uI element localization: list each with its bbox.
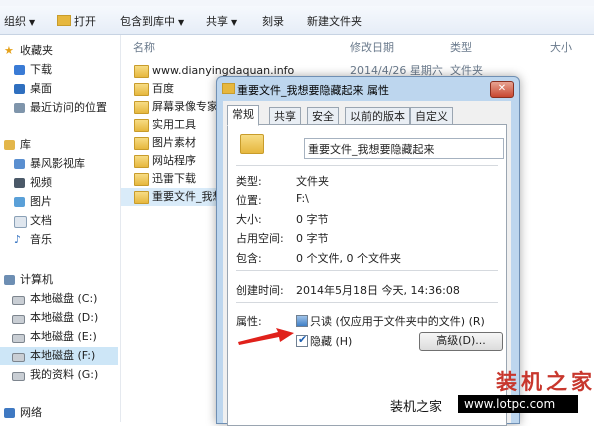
- nav-pictures[interactable]: 图片: [0, 193, 118, 211]
- column-size[interactable]: 大小: [550, 39, 572, 55]
- folder-icon: [134, 83, 149, 96]
- file-row-selected[interactable]: 重要文件_我想: [121, 188, 224, 206]
- drive-icon: [12, 315, 25, 324]
- type-value: 文件夹: [296, 175, 329, 188]
- drive-icon: [12, 372, 25, 381]
- hidden-label: 隐藏 (H): [310, 335, 353, 348]
- nav-disk-d[interactable]: 本地磁盘 (D:): [0, 309, 118, 327]
- readonly-label: 只读 (仅应用于文件夹中的文件) (R): [310, 315, 485, 328]
- divider: [236, 270, 498, 271]
- drive-icon: [12, 353, 25, 362]
- file-row[interactable]: 图片素材: [121, 134, 221, 152]
- drive-icon: [12, 334, 25, 343]
- download-icon: [14, 65, 25, 75]
- nav-baofeng[interactable]: 暴风影视库: [0, 155, 118, 173]
- size-value: 0 字节: [296, 213, 329, 226]
- network-icon: [4, 408, 15, 418]
- arrow-annotation-icon: [238, 328, 294, 345]
- nav-disk-f[interactable]: 本地磁盘 (F:): [0, 347, 118, 365]
- folder-icon: [222, 83, 235, 94]
- nav-disk-c[interactable]: 本地磁盘 (C:): [0, 290, 118, 308]
- nav-disk-e[interactable]: 本地磁盘 (E:): [0, 328, 118, 346]
- recent-places-icon: [14, 103, 25, 113]
- large-folder-icon: [240, 134, 264, 154]
- watermark-logo: 装机之家: [496, 370, 594, 394]
- file-row[interactable]: 屏幕录像专家: [121, 98, 221, 116]
- folder-name-input[interactable]: 重要文件_我想要隐藏起来: [304, 138, 504, 159]
- computer-icon: [4, 275, 15, 285]
- include-library-button[interactable]: 包含到库中 ▼: [120, 13, 184, 29]
- folder-icon: [134, 119, 149, 132]
- folder-icon: [134, 173, 149, 186]
- burn-button[interactable]: 刻录: [262, 13, 284, 29]
- location-value: F:\: [296, 192, 309, 205]
- folder-icon: [134, 191, 149, 204]
- nav-downloads[interactable]: 下载: [0, 61, 118, 79]
- library-icon: [4, 140, 15, 150]
- file-row[interactable]: 百度: [121, 80, 221, 98]
- command-toolbar: 组织 ▼ 打开 包含到库中 ▼ 共享 ▼ 刻录 新建文件夹: [0, 6, 594, 35]
- nav-videos[interactable]: 视频: [0, 174, 118, 192]
- nav-recent[interactable]: 最近访问的位置: [0, 99, 118, 117]
- folder-icon: [134, 155, 149, 168]
- column-name[interactable]: 名称: [133, 39, 155, 55]
- divider: [236, 302, 498, 303]
- open-folder-icon: [57, 15, 71, 26]
- tab-general[interactable]: 常规: [227, 105, 259, 126]
- star-icon: ★: [4, 44, 14, 57]
- share-button[interactable]: 共享 ▼: [206, 13, 237, 29]
- watermark-text: 装机之家: [390, 400, 443, 415]
- nav-computer[interactable]: 计算机: [0, 271, 118, 289]
- nav-my-data[interactable]: 我的资料 (G:): [0, 366, 118, 384]
- drive-icon: [12, 296, 25, 305]
- nav-libraries[interactable]: 库: [0, 136, 118, 154]
- file-row[interactable]: 实用工具: [121, 116, 221, 134]
- organize-button[interactable]: 组织 ▼: [4, 13, 35, 29]
- open-button[interactable]: 打开: [57, 13, 96, 29]
- created-value: 2014年5月18日 今天, 14:36:08: [296, 284, 460, 297]
- checkmark-icon: ✔: [298, 333, 308, 346]
- folder-icon: [134, 101, 149, 114]
- column-type[interactable]: 类型: [450, 39, 472, 55]
- desktop-icon: [14, 84, 25, 94]
- music-icon: ♪: [14, 233, 22, 246]
- disk-size-value: 0 字节: [296, 232, 329, 245]
- divider: [236, 165, 498, 166]
- close-button[interactable]: ✕: [490, 81, 514, 98]
- nav-desktop[interactable]: 桌面: [0, 80, 118, 98]
- watermark: 装机之家 装机之家 www.lotpc.com: [378, 362, 594, 422]
- file-row[interactable]: 迅雷下载: [121, 170, 221, 188]
- advanced-button[interactable]: 高级(D)...: [419, 332, 503, 351]
- folder-icon: [134, 137, 149, 150]
- column-header: 名称 修改日期 类型 大小: [121, 35, 594, 55]
- video-icon: [14, 178, 25, 188]
- navigation-pane: ★ 收藏夹 下载 桌面 最近访问的位置 库 暴风影视库 视频 图片 文档 ♪ 音…: [0, 35, 121, 422]
- media-library-icon: [14, 159, 25, 169]
- nav-documents[interactable]: 文档: [0, 212, 118, 230]
- nav-favorites[interactable]: ★ 收藏夹: [0, 42, 118, 60]
- nav-music[interactable]: ♪ 音乐: [0, 231, 118, 249]
- nav-network[interactable]: 网络: [0, 404, 118, 422]
- readonly-checkbox[interactable]: [296, 315, 308, 327]
- column-modified[interactable]: 修改日期: [350, 39, 394, 55]
- folder-icon: [134, 65, 149, 78]
- pictures-icon: [14, 197, 25, 207]
- new-folder-button[interactable]: 新建文件夹: [307, 13, 362, 29]
- watermark-url: www.lotpc.com: [458, 395, 578, 413]
- file-row[interactable]: 网站程序: [121, 152, 221, 170]
- document-icon: [14, 216, 27, 228]
- hidden-checkbox[interactable]: ✔: [296, 333, 308, 347]
- contains-value: 0 个文件, 0 个文件夹: [296, 252, 401, 265]
- dialog-title: 重要文件_我想要隐藏起来 属性: [237, 84, 389, 97]
